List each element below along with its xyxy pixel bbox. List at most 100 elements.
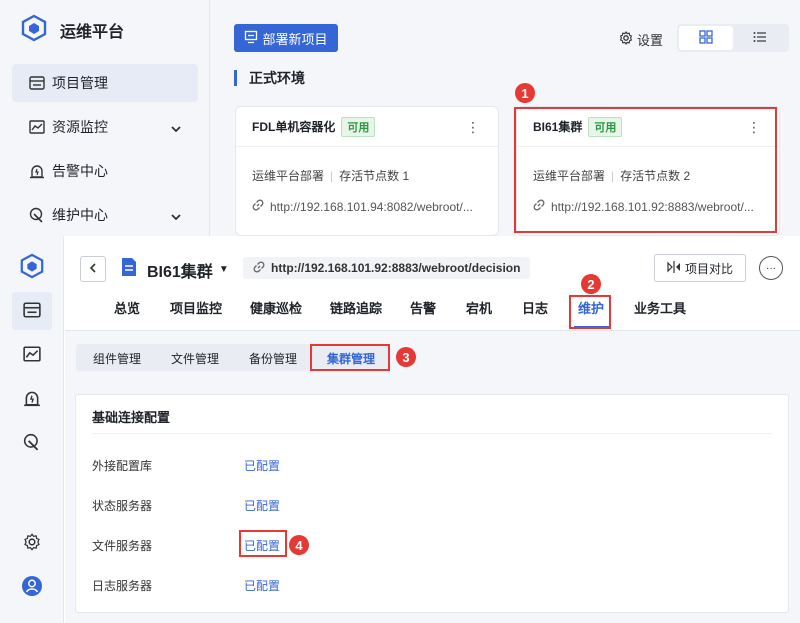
project-detail-main: BI61集群 ▼ http://192.168.101.92:8883/webr… [65,236,800,623]
card-url[interactable]: http://192.168.101.94:8082/webroot/... [252,199,473,214]
step-badge: 1 [515,83,535,103]
highlight-box [514,107,777,233]
config-label: 日志服务器 [92,579,153,593]
project-compare-button[interactable]: 项目对比 [654,254,746,282]
grid-icon [699,29,713,47]
project-url: http://192.168.101.94:8082/webroot/... [270,199,473,214]
deploy-type: 运维平台部署 [252,169,325,183]
caret-down-icon: ▼ [218,264,229,275]
sidebar: 运维平台 项目管理 资源监控 告警中心 维护中心 [0,0,210,236]
subtab-component[interactable]: 组件管理 [93,350,141,367]
view-toggle [677,24,789,52]
subtab-file[interactable]: 文件管理 [171,350,219,367]
compare-label: 项目对比 [684,261,733,276]
project-icon [23,301,41,321]
more-options-button[interactable]: ··· [759,256,783,280]
project-url-text: http://192.168.101.92:8883/webroot/decis… [271,261,521,275]
chevron-down-icon [170,120,182,136]
project-url[interactable]: http://192.168.101.92:8883/webroot/decis… [243,257,531,279]
sidebar-item-maintain[interactable] [12,424,52,462]
more-vertical-icon[interactable]: ⋮ [466,119,480,136]
compare-icon [667,260,685,276]
status-badge: 可用 [341,116,376,137]
sidebar-item-label: 项目管理 [52,75,108,91]
tab-downtime[interactable]: 宕机 [466,298,492,317]
highlight-box [569,295,611,329]
project-title: BI61集群 [147,263,213,281]
sidebar-item-label: 维护中心 [52,207,108,223]
panel-title: 基础连接配置 [92,410,171,425]
monitor-icon [23,345,41,365]
sidebar-settings[interactable] [12,524,52,562]
connection-config-panel: 基础连接配置 外接配置库 已配置 状态服务器 已配置 文件服务器 已配置 日志服… [75,394,789,613]
grid-view-button[interactable] [679,26,733,50]
project-name: FDL单机容器化 [252,120,336,134]
tab-trace[interactable]: 链路追踪 [330,298,382,317]
sidebar-item-maintain[interactable]: 维护中心 [12,196,198,234]
step-badge: 2 [581,274,601,294]
config-status-link[interactable]: 已配置 [244,577,280,594]
monitor-icon [28,118,46,136]
avatar-icon [21,575,43,600]
card-meta: 运维平台部署 | 存活节点数 1 [252,167,409,184]
card-header: FDL单机容器化 可用 [236,107,498,147]
logo [12,248,52,286]
sidebar-item-monitor[interactable] [12,336,52,374]
maintain-icon [23,433,41,454]
config-label: 状态服务器 [92,499,153,513]
more-horizontal-icon: ··· [766,262,776,274]
chevron-down-icon [170,208,182,224]
detail-header: BI61集群 ▼ http://192.168.101.92:8883/webr… [65,236,800,331]
tab-business-tools[interactable]: 业务工具 [634,298,686,317]
sidebar-item-label: 告警中心 [52,163,108,179]
deploy-icon [244,30,262,47]
step-badge: 3 [396,347,416,367]
tab-alarm[interactable]: 告警 [410,298,436,317]
step-badge: 4 [289,535,309,555]
chevron-left-icon [89,262,97,277]
config-status-link[interactable]: 已配置 [244,457,280,474]
tab-project-monitor[interactable]: 项目监控 [170,298,222,317]
alarm-icon [28,162,46,180]
project-detail-screenshot: BI61集群 ▼ http://192.168.101.92:8883/webr… [0,236,800,623]
cube-logo-icon [19,253,45,282]
back-button[interactable] [80,256,106,282]
project-card[interactable]: FDL单机容器化 可用 ⋮ 运维平台部署 | 存活节点数 1 http://192.… [235,106,499,236]
sidebar-item-alarm[interactable] [12,380,52,418]
cube-logo-icon [20,14,48,45]
subtab-backup[interactable]: 备份管理 [249,350,297,367]
list-view-button[interactable] [733,26,787,50]
config-status-link[interactable]: 已配置 [244,497,280,514]
sidebar-item-label: 资源监控 [52,119,108,135]
document-icon [121,257,137,282]
maintain-icon [28,206,46,224]
config-label: 外接配置库 [92,459,153,473]
config-label: 文件服务器 [92,539,153,553]
detail-tabs: 总览 项目监控 健康巡检 链路追踪 告警 宕机 日志 维护 业务工具 [65,298,800,328]
link-icon [252,199,270,214]
link-icon [253,261,271,276]
environment-title: 正式环境 [234,70,305,86]
brand: 运维平台 [20,14,124,45]
tab-overview[interactable]: 总览 [114,298,140,317]
project-icon [28,74,46,92]
gear-icon [619,31,637,48]
settings-label: 设置 [637,33,664,48]
platform-overview-screenshot: 运维平台 项目管理 资源监控 告警中心 维护中心 部署新项目 设置 正式环境 F… [0,0,800,236]
tab-health-check[interactable]: 健康巡检 [250,298,302,317]
sidebar-item-alarm[interactable]: 告警中心 [12,152,198,190]
deploy-new-project-button[interactable]: 部署新项目 [234,24,338,52]
settings-button[interactable]: 设置 [619,30,663,49]
user-avatar[interactable] [12,568,52,606]
collapsed-sidebar [0,236,64,623]
sidebar-item-monitor[interactable]: 资源监控 [12,108,198,146]
deploy-button-label: 部署新项目 [262,31,328,47]
alarm-icon [23,389,41,410]
sidebar-item-project[interactable]: 项目管理 [12,64,198,102]
sidebar-item-project[interactable] [12,292,52,330]
project-switcher[interactable]: BI61集群 ▼ [121,257,229,282]
tab-log[interactable]: 日志 [522,298,548,317]
highlight-box [310,344,390,371]
divider: | [330,169,334,183]
highlight-box [239,530,287,557]
